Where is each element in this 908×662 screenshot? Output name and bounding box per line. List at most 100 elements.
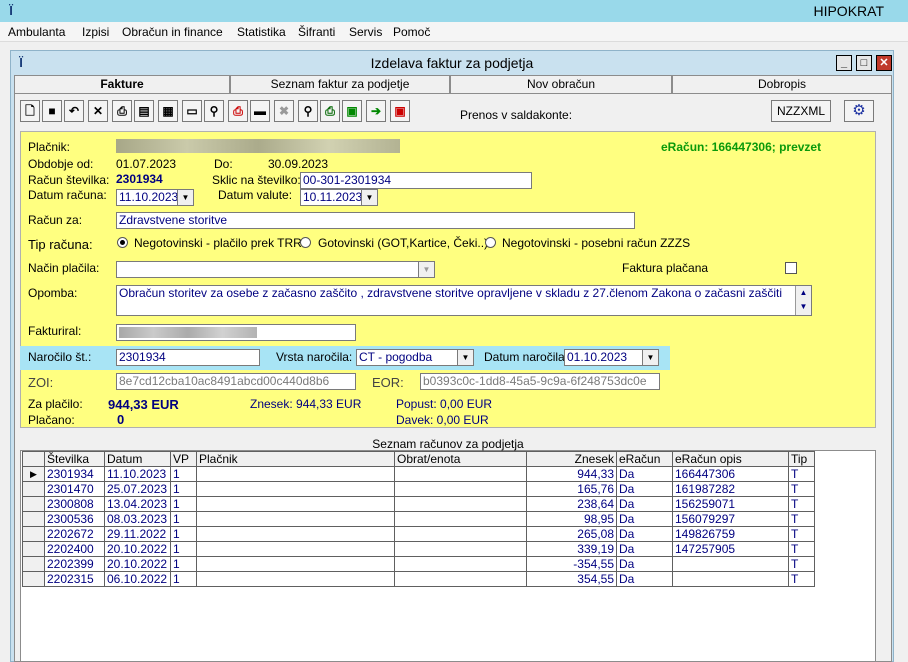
col-eracun[interactable]: eRačun: [616, 451, 673, 467]
datum-valute-picker[interactable]: 10.11.2023 ▼: [300, 189, 378, 206]
search-icon[interactable]: ⚲: [298, 100, 318, 122]
table-row[interactable]: 2300536 08.03.2023 1 98,95 Da 156079297 T: [22, 511, 815, 527]
table-row[interactable]: 2202400 20.10.2022 1 339,19 Da 147257905 T: [22, 541, 815, 557]
table-row[interactable]: 2202672 29.11.2022 1 265,08 Da 149826759 T: [22, 526, 815, 542]
current-row-arrow-icon: ▶: [22, 466, 45, 482]
table-row[interactable]: ▶ 2301934 11.10.2023 1 944,33 Da 166447306 T: [22, 466, 815, 482]
binoculars-icon[interactable]: ⚲: [204, 100, 224, 122]
cell-eracun-opis: 156259071: [672, 496, 789, 512]
chevron-down-icon[interactable]: ▼: [457, 350, 473, 365]
save-icon[interactable]: ■: [42, 100, 62, 122]
menu-ambulanta[interactable]: Ambulanta: [8, 25, 65, 39]
cell-eracun-opis: 149826759: [672, 526, 789, 542]
menu-servis[interactable]: Servis: [349, 25, 382, 39]
print-red-icon[interactable]: ⎙: [228, 100, 248, 122]
toolbar: 🗋 ■ ↶ ✕ ⎙ ▤ ▦ ▭ ⚲ ⎙ ▬ ✖ ⚲ ⎙ ▣ ➔ ▣: [20, 100, 420, 124]
disabled-delete-icon[interactable]: ✖: [274, 100, 294, 122]
app-title: HIPOKRAT: [813, 3, 884, 19]
cell-tip: T: [788, 466, 815, 482]
cell-znesek: -354,55: [526, 556, 617, 572]
delete-rows-icon[interactable]: ▦: [158, 100, 178, 122]
cell-stevilka: 2202400: [44, 541, 105, 557]
card-icon[interactable]: ▭: [182, 100, 202, 122]
cell-eracun: Da: [616, 541, 673, 557]
cell-placnik: [196, 511, 395, 527]
chevron-down-icon[interactable]: ▼: [642, 350, 658, 365]
cell-stevilka: 2300808: [44, 496, 105, 512]
col-tip[interactable]: Tip: [788, 451, 815, 467]
datum-narocila-label: Datum naročila:: [484, 350, 569, 364]
minimize-button[interactable]: _: [836, 55, 852, 71]
table-row[interactable]: 2300808 13.04.2023 1 238,64 Da 156259071 T: [22, 496, 815, 512]
tab-nov-obracun[interactable]: Nov obračun: [450, 75, 672, 93]
datum-racuna-picker[interactable]: 11.10.2023 ▼: [116, 189, 194, 206]
opomba-textarea[interactable]: Obračun storitev za osebe z začasno zašč…: [116, 285, 812, 316]
radio-negotovinski-trr[interactable]: [117, 237, 128, 248]
racun-za-input[interactable]: Zdravstvene storitve: [116, 212, 635, 229]
tab-seznam-faktur[interactable]: Seznam faktur za podjetje: [230, 75, 450, 93]
col-znesek[interactable]: Znesek: [526, 451, 617, 467]
cell-placnik: [196, 466, 395, 482]
faktura-placana-checkbox[interactable]: [785, 262, 797, 274]
cell-tip: T: [788, 541, 815, 557]
cell-eracun-opis: 156079297: [672, 511, 789, 527]
chevron-down-icon[interactable]: ▼: [177, 190, 193, 205]
col-stevilka[interactable]: Številka: [44, 451, 105, 467]
col-obrat[interactable]: Obrat/enota: [394, 451, 527, 467]
table-row[interactable]: 2301470 25.07.2023 1 165,76 Da 161987282 T: [22, 481, 815, 497]
za-placilo-value: 944,33 EUR: [108, 397, 179, 412]
racun-stevilka-label: Račun številka:: [28, 173, 110, 187]
new-icon[interactable]: 🗋: [20, 100, 40, 122]
print-preview-icon[interactable]: ▤: [134, 100, 154, 122]
nacin-placila-select[interactable]: ▼: [116, 261, 435, 278]
sklic-input[interactable]: 00-301-2301934: [300, 172, 532, 189]
narocilo-input[interactable]: 2301934: [116, 349, 260, 366]
table-row[interactable]: 2202399 20.10.2022 1 -354,55 Da T: [22, 556, 815, 572]
undo-icon[interactable]: ↶: [64, 100, 84, 122]
maximize-button[interactable]: □: [856, 55, 872, 71]
nzzxml-button[interactable]: NZZXML: [771, 100, 831, 122]
gear-icon[interactable]: ⚙: [844, 100, 874, 122]
print-green-icon[interactable]: ⎙: [320, 100, 340, 122]
cell-eracun: Da: [616, 481, 673, 497]
export-red-icon[interactable]: ▣: [390, 100, 410, 122]
col-placnik[interactable]: Plačnik: [196, 451, 395, 467]
placano-label: Plačano:: [28, 413, 75, 427]
cell-stevilka: 2202672: [44, 526, 105, 542]
export-green-icon[interactable]: ▣: [342, 100, 362, 122]
vrsta-narocila-select[interactable]: CT - pogodba ▼: [356, 349, 474, 366]
menu-sifranti[interactable]: Šifranti: [298, 25, 335, 39]
scrollbar[interactable]: ▲ ▼: [795, 286, 811, 315]
tab-fakture[interactable]: Fakture: [14, 75, 230, 94]
cell-vp: 1: [170, 571, 197, 587]
menu-obracun-finance[interactable]: Obračun in finance: [122, 25, 223, 39]
col-vp[interactable]: VP: [170, 451, 197, 467]
chevron-down-icon[interactable]: ▼: [361, 190, 377, 205]
radio-negotovinski-zzzs[interactable]: [485, 237, 496, 248]
menu-izpisi[interactable]: Izpisi: [82, 25, 109, 39]
close-button[interactable]: ✕: [876, 55, 892, 71]
cell-placnik: [196, 526, 395, 542]
table-row[interactable]: 2202315 06.10.2022 1 354,55 Da T: [22, 571, 815, 587]
datum-narocila-picker[interactable]: 01.10.2023 ▼: [564, 349, 659, 366]
row-indicator-header: [22, 451, 45, 467]
tab-dobropis[interactable]: Dobropis: [672, 75, 892, 93]
menu-pomoc[interactable]: Pomoč: [393, 25, 430, 39]
chevron-down-icon[interactable]: ▼: [418, 262, 434, 277]
row-indicator: [22, 541, 45, 557]
radio-gotovinski[interactable]: [300, 237, 311, 248]
forward-green-icon[interactable]: ➔: [366, 100, 386, 122]
cell-obrat: [394, 556, 527, 572]
print-icon[interactable]: ⎙: [112, 100, 132, 122]
cell-obrat: [394, 511, 527, 527]
scanner-icon[interactable]: ▬: [250, 100, 270, 122]
zoi-input[interactable]: 8e7cd12cba10ac8491abcd00c440d8b6: [116, 373, 356, 390]
cell-tip: T: [788, 526, 815, 542]
eor-input[interactable]: b0393c0c-1dd8-45a5-9c9a-6f248753dc0e: [420, 373, 660, 390]
col-eracun-opis[interactable]: eRačun opis: [672, 451, 789, 467]
menu-statistika[interactable]: Statistika: [237, 25, 286, 39]
col-datum[interactable]: Datum: [104, 451, 171, 467]
delete-icon[interactable]: ✕: [88, 100, 108, 122]
cell-obrat: [394, 541, 527, 557]
fakturiral-input[interactable]: [116, 324, 356, 341]
